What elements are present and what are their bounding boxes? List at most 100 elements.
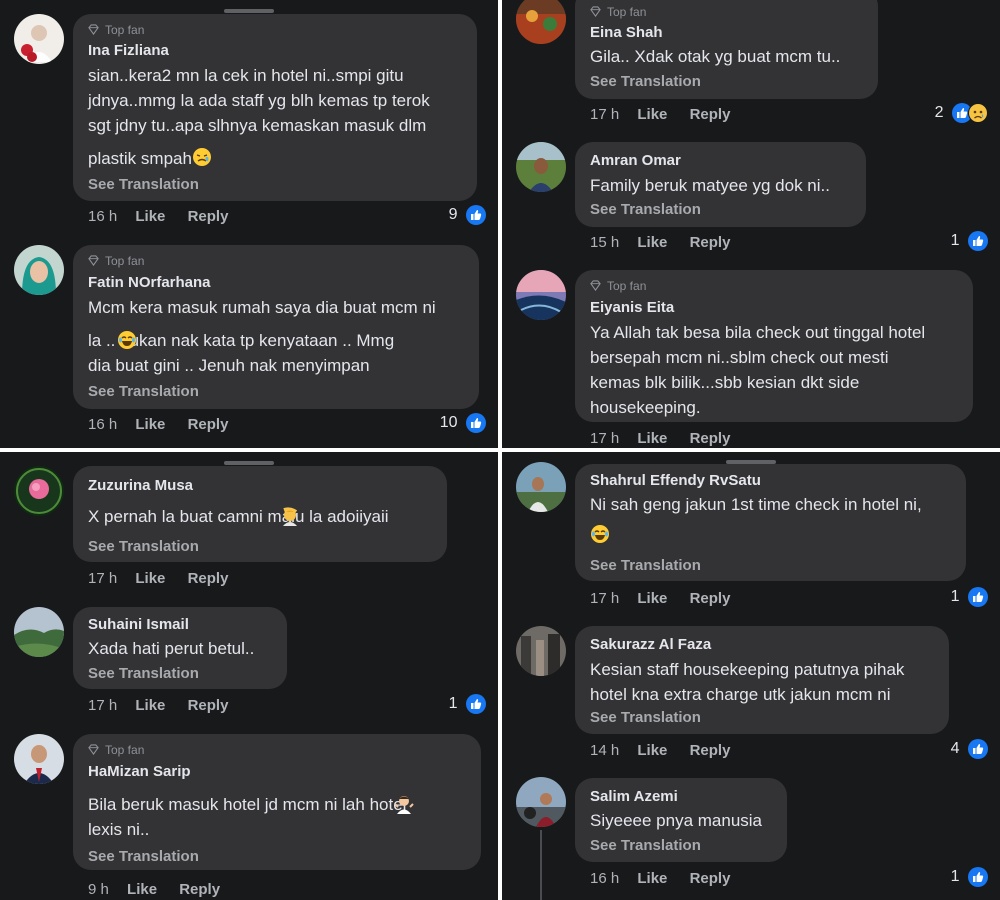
see-translation-link[interactable]: See Translation	[590, 73, 701, 90]
comments-panel-bottom-left: Zuzurina Musa X pernah la buat camni mal…	[0, 452, 498, 900]
commenter-name[interactable]: Ina Fizliana	[88, 42, 169, 59]
drag-handle[interactable]	[224, 9, 274, 13]
avatar[interactable]	[516, 270, 566, 320]
timestamp: 17 h	[590, 106, 620, 123]
like-button[interactable]: Like	[637, 430, 667, 447]
comment-actions: 14 h Like Reply	[590, 742, 748, 759]
timestamp: 16 h	[590, 870, 620, 887]
like-reaction-icon	[968, 231, 988, 251]
reaction-count[interactable]: 1	[449, 694, 486, 714]
comment-text: Mcm kera masuk rumah saya dia buat mcm n…	[88, 298, 436, 375]
reply-button[interactable]: Reply	[179, 881, 220, 898]
comment-bubble: Salim Azemi Siyeeee pnya manusia See Tra…	[575, 778, 787, 862]
reaction-count[interactable]: 10	[440, 413, 486, 433]
reply-button[interactable]: Reply	[188, 208, 229, 225]
see-translation-link[interactable]: See Translation	[590, 201, 701, 218]
like-button[interactable]: Like	[135, 416, 165, 433]
comment-actions: 9 h Like Reply	[88, 881, 238, 898]
like-button[interactable]: Like	[135, 208, 165, 225]
sad-reaction-icon	[968, 103, 988, 123]
drag-handle[interactable]	[224, 461, 274, 465]
reply-button[interactable]: Reply	[690, 234, 731, 251]
avatar[interactable]	[516, 142, 566, 192]
reply-button[interactable]: Reply	[690, 870, 731, 887]
commenter-name[interactable]: Fatin NOrfarhana	[88, 274, 211, 291]
reply-button[interactable]: Reply	[690, 106, 731, 123]
like-button[interactable]: Like	[637, 106, 667, 123]
see-translation-link[interactable]: See Translation	[88, 176, 199, 193]
avatar[interactable]	[14, 734, 64, 784]
see-translation-link[interactable]: See Translation	[88, 538, 199, 555]
like-reaction-icon	[466, 205, 486, 225]
commenter-name[interactable]: Salim Azemi	[590, 788, 678, 805]
commenter-name[interactable]: Shahrul Effendy RvSatu	[590, 472, 761, 489]
reply-button[interactable]: Reply	[690, 742, 731, 759]
reaction-count[interactable]: 1	[951, 587, 988, 607]
avatar[interactable]	[14, 245, 64, 295]
comment-text: Ya Allah tak besa bila check out tinggal…	[590, 323, 926, 417]
avatar[interactable]	[516, 0, 566, 44]
comment-text: Family beruk matyee yg dok ni..	[590, 176, 830, 195]
avatar[interactable]	[516, 777, 566, 827]
reply-button[interactable]: Reply	[690, 590, 731, 607]
reply-button[interactable]: Reply	[690, 430, 731, 447]
comment-text: X pernah la buat camni malu la adoiiyaii	[88, 507, 389, 526]
see-translation-link[interactable]: See Translation	[590, 557, 701, 574]
comment-actions: 17 h Like Reply	[88, 697, 246, 714]
comment-actions: 17 h Like Reply	[590, 590, 748, 607]
avatar[interactable]	[14, 466, 64, 516]
like-button[interactable]: Like	[135, 697, 165, 714]
commenter-name[interactable]: Suhaini Ismail	[88, 616, 189, 633]
timestamp: 16 h	[88, 416, 118, 433]
comment-text: sian..kera2 mn la cek in hotel ni..smpi …	[88, 66, 430, 168]
commenter-name[interactable]: Eina Shah	[590, 24, 663, 41]
like-button[interactable]: Like	[127, 881, 157, 898]
commenter-name[interactable]: HaMizan Sarip	[88, 763, 191, 780]
comment-bubble: Sakurazz Al Faza Kesian staff housekeepi…	[575, 626, 949, 734]
diamond-icon	[88, 744, 99, 755]
comment-text: Xada hati perut betul..	[88, 639, 255, 658]
commenter-name[interactable]: Zuzurina Musa	[88, 477, 193, 494]
avatar[interactable]	[516, 462, 566, 512]
see-translation-link[interactable]: See Translation	[88, 383, 199, 400]
like-reaction-icon	[466, 413, 486, 433]
comment-text: Bila beruk masuk hotel jd mcm ni lah hot…	[88, 795, 407, 839]
reply-button[interactable]: Reply	[188, 416, 229, 433]
comments-panel-bottom-right: Shahrul Effendy RvSatu Ni sah geng jakun…	[502, 452, 1000, 900]
comment-actions: 17 h Like Reply	[590, 106, 748, 123]
see-translation-link[interactable]: See Translation	[590, 837, 701, 854]
see-translation-link[interactable]: See Translation	[590, 709, 701, 726]
comment-bubble: Top fan HaMizan Sarip Bila beruk masuk h…	[73, 734, 481, 870]
timestamp: 17 h	[88, 570, 118, 587]
see-translation-link[interactable]: See Translation	[88, 665, 199, 682]
comment-bubble: Suhaini Ismail Xada hati perut betul.. S…	[73, 607, 287, 689]
commenter-name[interactable]: Eiyanis Eita	[590, 299, 674, 316]
reaction-count[interactable]: 9	[449, 205, 486, 225]
like-reaction-icon	[968, 587, 988, 607]
reaction-count[interactable]: 4	[951, 739, 988, 759]
diamond-icon	[590, 280, 601, 291]
see-translation-link[interactable]: See Translation	[88, 848, 199, 865]
avatar[interactable]	[14, 14, 64, 64]
reply-button[interactable]: Reply	[188, 697, 229, 714]
timestamp: 17 h	[590, 590, 620, 607]
commenter-name[interactable]: Sakurazz Al Faza	[590, 636, 711, 653]
comment-actions: 15 h Like Reply	[590, 234, 748, 251]
avatar[interactable]	[516, 626, 566, 676]
like-button[interactable]: Like	[637, 590, 667, 607]
like-button[interactable]: Like	[637, 742, 667, 759]
reply-button[interactable]: Reply	[188, 570, 229, 587]
comment-actions: 16 h Like Reply	[88, 208, 246, 225]
reaction-count[interactable]: 1	[951, 867, 988, 887]
timestamp: 14 h	[590, 742, 620, 759]
reaction-count[interactable]: 2	[935, 103, 988, 123]
facepalm-emoji-icon	[283, 507, 298, 526]
like-button[interactable]: Like	[637, 234, 667, 251]
like-button[interactable]: Like	[135, 570, 165, 587]
commenter-name[interactable]: Amran Omar	[590, 152, 681, 169]
reaction-count[interactable]: 1	[951, 231, 988, 251]
like-button[interactable]: Like	[637, 870, 667, 887]
avatar[interactable]	[14, 607, 64, 657]
comment-bubble: Top fan Eina Shah Gila.. Xdak otak yg bu…	[575, 0, 878, 99]
tired-face-emoji-icon	[192, 148, 211, 166]
